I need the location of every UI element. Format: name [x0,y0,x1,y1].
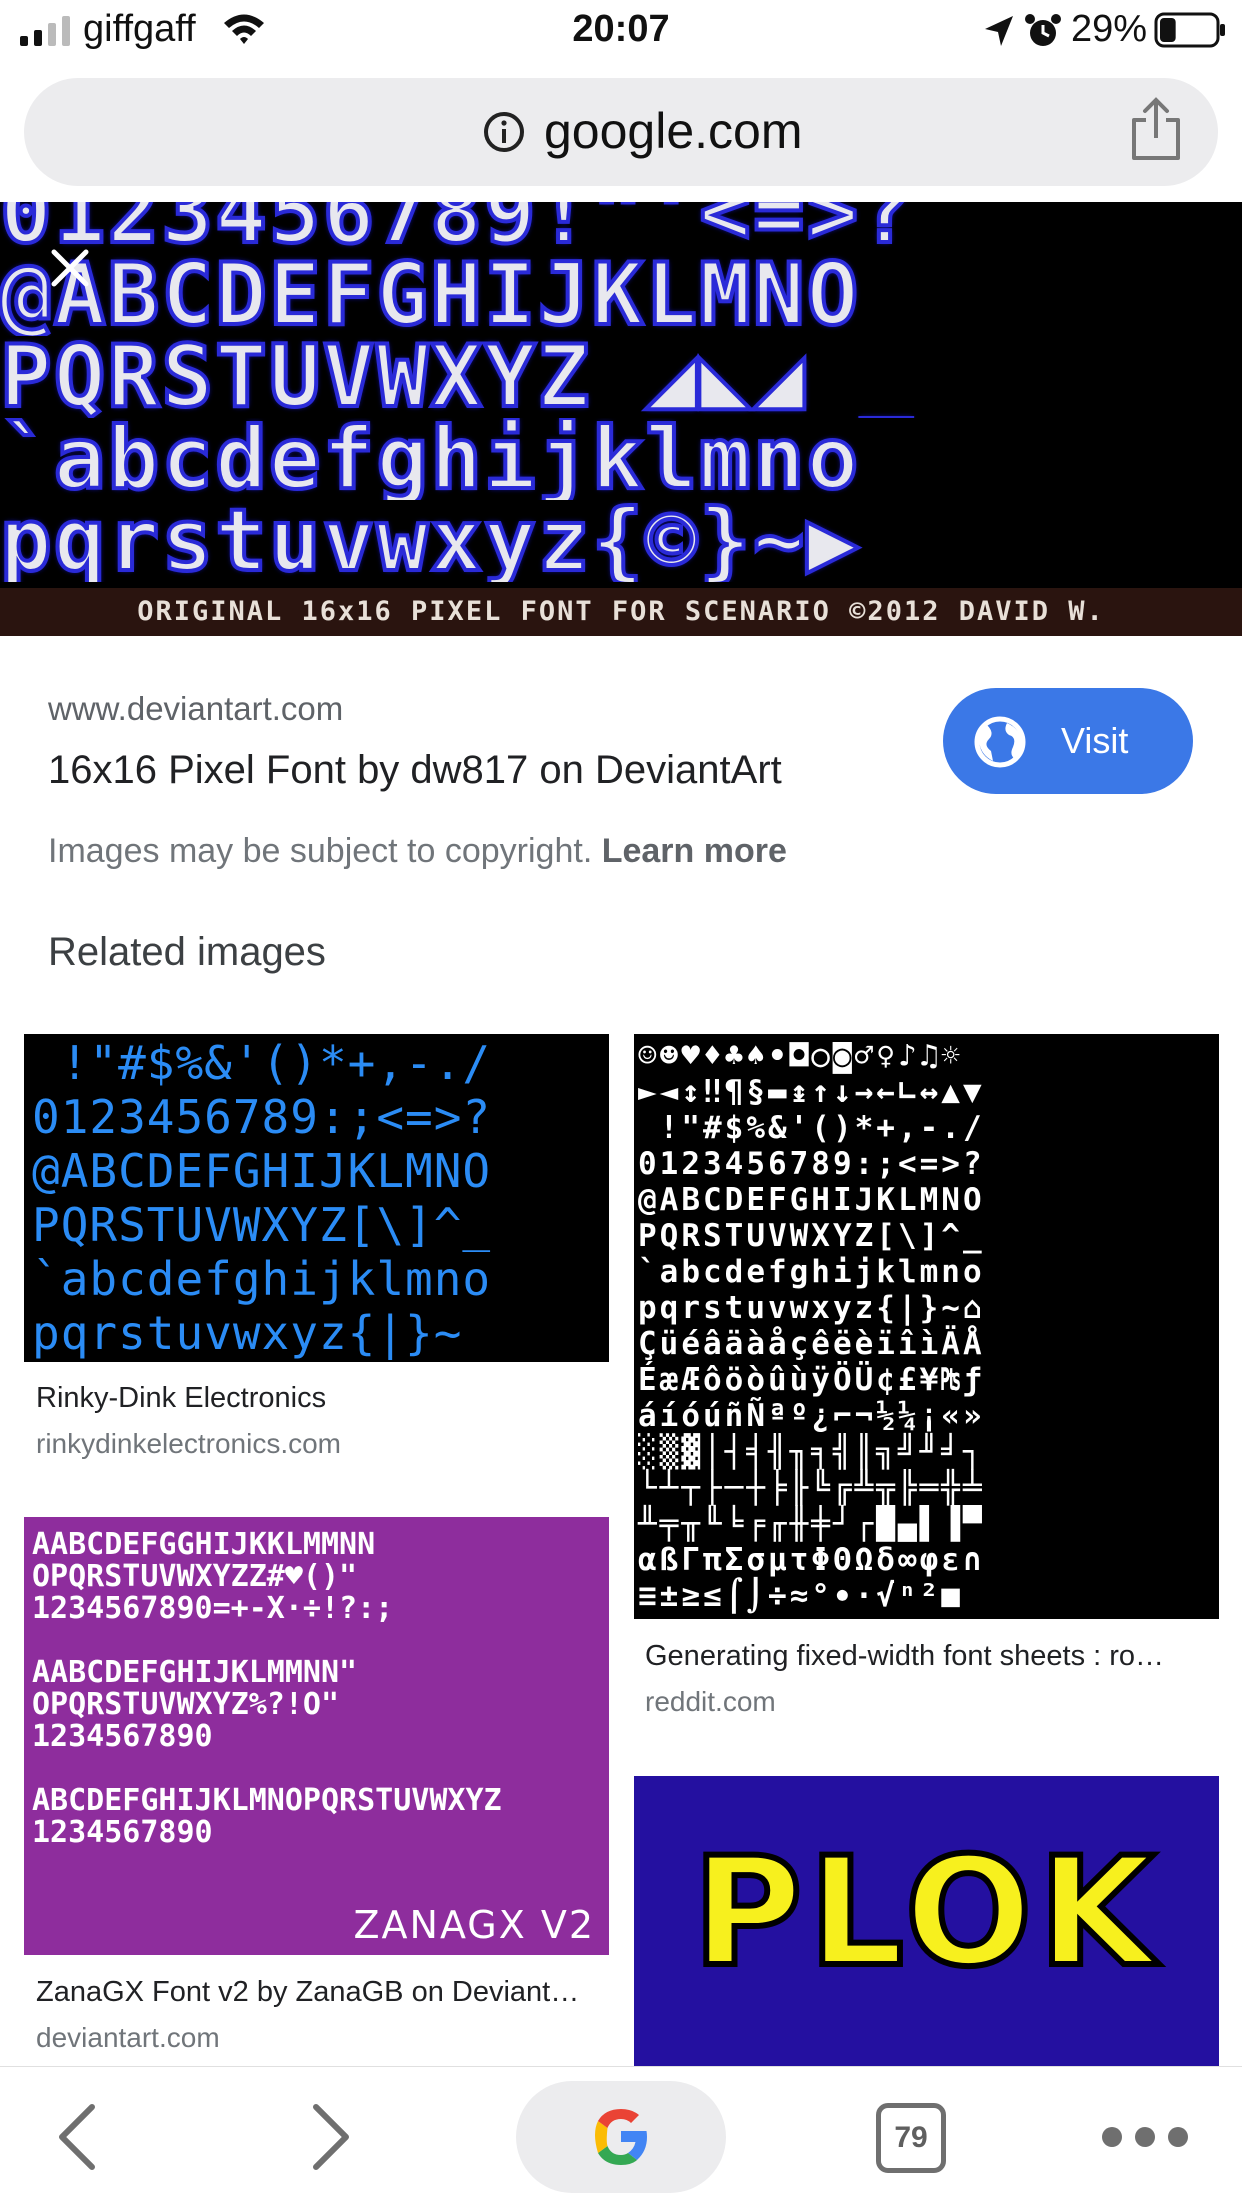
battery-icon [1154,12,1225,48]
share-icon[interactable] [1128,96,1184,162]
related-image-thumbnail[interactable]: AABCDEFGGHIJKKLMMNN OPQRSTUVWXYZZ#♥()" 1… [24,1517,609,1955]
more-options-icon[interactable] [1100,2125,1190,2149]
info-icon[interactable] [482,110,526,154]
related-image-title[interactable]: Generating fixed-width font sheets : ro… [645,1640,1210,1673]
alarm-icon [1025,14,1061,46]
url-text[interactable]: google.com [544,102,803,160]
location-arrow-icon [985,16,1013,46]
result-title[interactable]: 16x16 Pixel Font by dw817 on DeviantArt [48,748,782,793]
globe-icon [974,716,1026,768]
source-domain[interactable]: www.deviantart.com [48,690,343,728]
related-image-source[interactable]: reddit.com [645,1686,776,1718]
close-icon[interactable] [44,242,96,294]
related-images-heading: Related images [48,930,326,974]
related-image-thumbnail[interactable]: ☺☻♥♦♣♠•◘○◙♂♀♪♫☼ ►◄↕‼¶§▬↨↑↓→←∟↔▲▼ !"#$%&'… [634,1034,1219,1619]
google-g-icon [595,2109,647,2165]
related-image-title[interactable]: ZanaGX Font v2 by ZanaGB on Deviant… [36,1976,596,2009]
related-image-source[interactable]: deviantart.com [36,2022,220,2054]
thumbnail-content: !"#$%&'()*+,-./ 0123456789:;<=>? @ABCDEF… [32,1036,492,1360]
back-icon[interactable] [52,2101,102,2173]
related-image-source[interactable]: rinkydinkelectronics.com [36,1428,341,1460]
thumbnail-content: ☺☻♥♦♣♠•◘○◙♂♀♪♫☼ ►◄↕‼¶§▬↨↑↓→←∟↔▲▼ !"#$%&'… [638,1038,985,1614]
thumbnail-content: PLOK [690,1823,1161,2003]
copyright-text: Images may be subject to copyright. [48,832,593,870]
learn-more-link[interactable]: Learn more [602,832,787,870]
tab-switcher-button[interactable]: 79 [876,2103,946,2173]
image-caption: ORIGINAL 16x16 PIXEL FONT FOR SCENARIO ©… [0,588,1242,636]
hero-image: 0123456789!"'<=>? @ABCDEFGHIJKLMNO PQRST… [0,202,1242,636]
font-row: 0123456789!"'<=>? [0,202,915,254]
visit-label: Visit [1061,720,1129,761]
forward-icon[interactable] [306,2101,356,2173]
font-row: `abcdefghijklmno [0,418,861,500]
font-row: PQRSTUVWXYZ ◢◣◢ _ [0,336,915,418]
battery-percent: 29% [1071,8,1148,50]
related-image-thumbnail[interactable]: !"#$%&'()*+,-./ 0123456789:;<=>? @ABCDEF… [24,1034,609,1362]
visit-button[interactable]: Visit [943,688,1193,794]
related-image-title[interactable]: Rinky-Dink Electronics [36,1382,596,1415]
address-bar[interactable]: google.com [24,78,1218,186]
thumbnail-badge: ZANAGX V2 [353,1903,595,1947]
thumbnail-content: AABCDEFGGHIJKKLMMNN OPQRSTUVWXYZZ#♥()" 1… [32,1527,502,1850]
status-bar: giffgaff 20:07 29% [0,0,1242,62]
google-home-button[interactable] [516,2081,726,2193]
related-image-thumbnail[interactable]: PLOK [634,1776,1219,2066]
bottom-toolbar: 79 [0,2066,1242,2208]
font-row: @ABCDEFGHIJKLMNO [0,254,861,336]
font-row: pqrstuvwxyz{©}~▶ [0,500,861,582]
font-sheet-image: 0123456789!"'<=>? @ABCDEFGHIJKLMNO PQRST… [0,202,1242,594]
copyright-notice: Images may be subject to copyright. Lear… [48,832,787,871]
